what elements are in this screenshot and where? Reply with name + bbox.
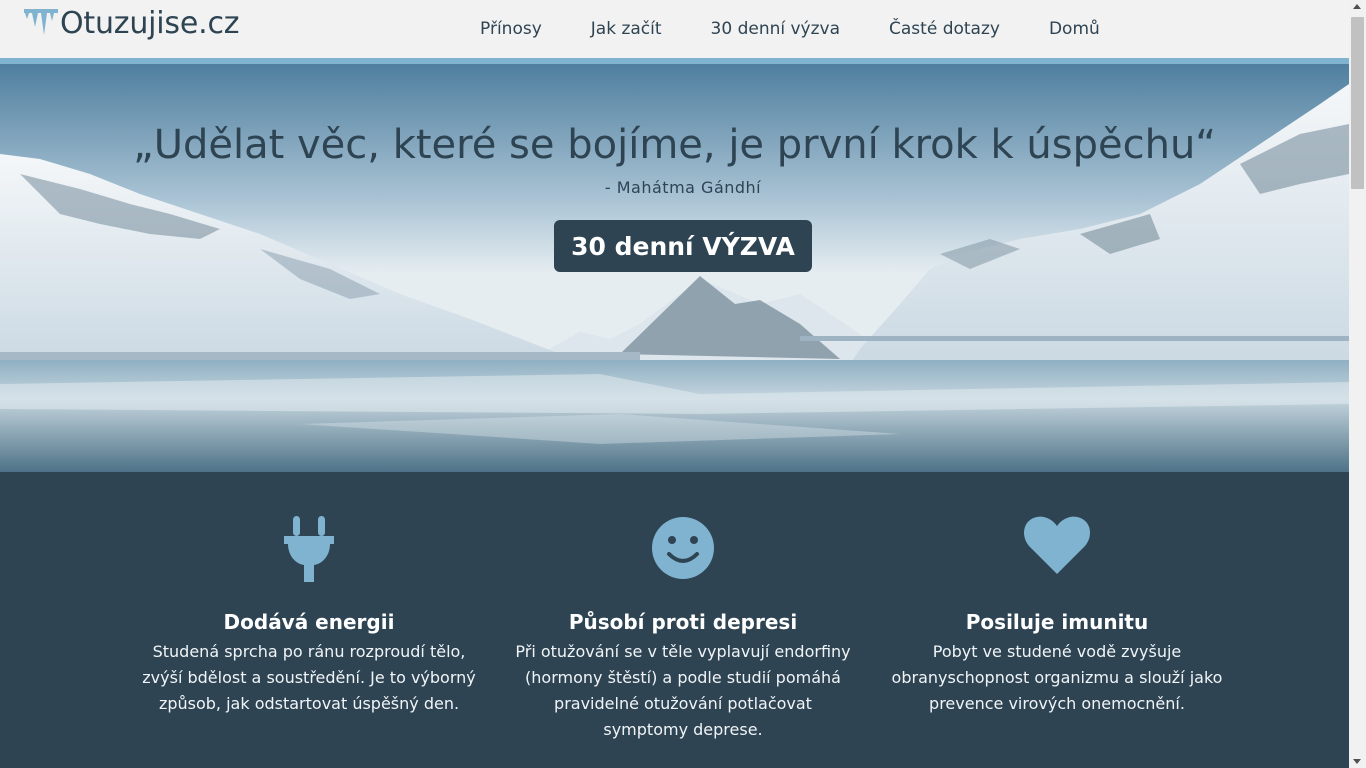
benefit-title: Dodává energii	[223, 610, 395, 634]
benefit-text: Při otužování se v těle vyplavují endorf…	[515, 642, 851, 739]
benefit-title: Posiluje imunitu	[965, 610, 1149, 634]
page-scrollbar[interactable]	[1349, 0, 1366, 768]
nav-link-prinosy[interactable]: Přínosy	[480, 19, 542, 39]
smile-icon	[652, 517, 714, 579]
nav-link-caste-dotazy[interactable]: Časté dotazy	[889, 19, 1000, 39]
challenge-cta-button[interactable]: 30 denní VÝZVA	[554, 220, 812, 272]
logo-text: Otuzujise.cz	[60, 6, 240, 41]
benefit-text: Pobyt ve studené vodě zvyšuje obranyscho…	[891, 642, 1223, 713]
benefits-section: Dodává energii Studená sprcha po ránu ro…	[0, 472, 1349, 768]
nav-link-30-denni-vyzva[interactable]: 30 denní výzva	[711, 19, 840, 39]
site-logo[interactable]: Otuzujise.cz	[24, 6, 239, 41]
hero-quote-author: - Mahátma Gándhí	[604, 178, 762, 197]
plug-icon	[284, 516, 334, 582]
hero-section: „Udělat věc, které se bojíme, je první k…	[0, 64, 1349, 472]
scrollbar-thumb[interactable]	[1351, 17, 1364, 189]
main-nav: Přínosy Jak začít 30 denní výzva Časté d…	[480, 0, 1149, 58]
hero-quote: „Udělat věc, které se bojíme, je první k…	[132, 122, 1217, 168]
icicle-icon	[24, 8, 58, 35]
heart-icon	[1024, 516, 1090, 574]
scroll-up-arrow-icon[interactable]	[1353, 4, 1361, 9]
nav-link-domu[interactable]: Domů	[1049, 19, 1100, 39]
nav-link-jak-zacit[interactable]: Jak začít	[591, 19, 662, 39]
scroll-down-arrow-icon[interactable]	[1353, 759, 1361, 764]
site-header: Otuzujise.cz Přínosy Jak začít 30 denní …	[0, 0, 1349, 58]
benefit-text: Studená sprcha po ránu rozproudí tělo, z…	[142, 642, 476, 713]
benefit-title: Působí proti depresi	[568, 610, 798, 634]
